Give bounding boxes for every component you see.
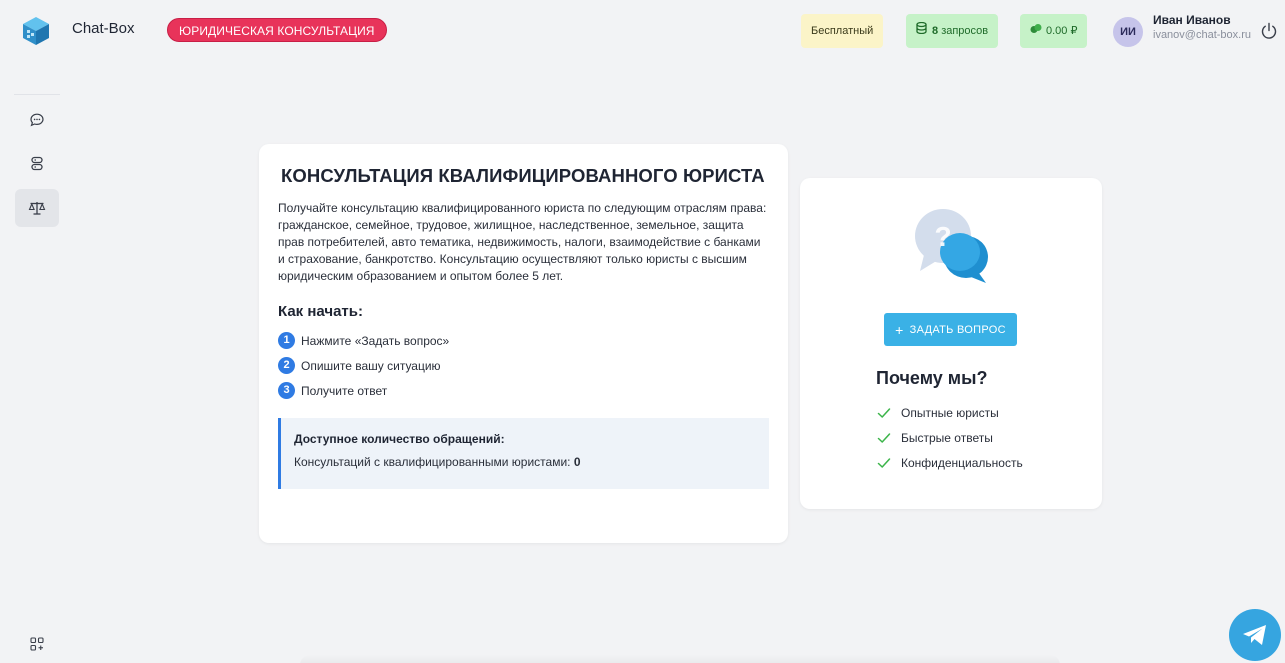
quota-value: 0	[573, 455, 581, 469]
consultation-card: КОНСУЛЬТАЦИЯ КВАЛИФИЦИРОВАННОГО ЮРИСТА П…	[259, 144, 788, 543]
bottom-panel-edge	[300, 655, 1060, 663]
step-item: 1 Нажмите «Задать вопрос»	[278, 332, 769, 349]
avatar[interactable]: ИИ	[1113, 17, 1143, 47]
telegram-button[interactable]	[1229, 609, 1281, 661]
mode-badge[interactable]: ЮРИДИЧЕСКАЯ КОНСУЛЬТАЦИЯ	[167, 18, 387, 42]
sidebar-divider	[14, 94, 60, 95]
sidebar-item-database[interactable]	[15, 145, 59, 183]
benefit-text: Конфиденциальность	[901, 455, 1023, 470]
check-icon	[877, 407, 891, 418]
cube-logo-icon[interactable]	[22, 16, 50, 46]
intro-text: Получайте консультацию квалифицированног…	[278, 201, 767, 283]
balance-badge[interactable]: 0.00 ₽	[1020, 14, 1088, 48]
quota-label: Консультаций с квалифицированными юриста…	[294, 455, 571, 469]
step-number: 2	[278, 357, 295, 374]
requests-label: запросов	[941, 25, 989, 37]
svg-text:?: ?	[934, 221, 951, 252]
benefit-text: Быстрые ответы	[901, 430, 993, 445]
top-bar: Chat-Box ЮРИДИЧЕСКАЯ КОНСУЛЬТАЦИЯ Беспла…	[0, 0, 1285, 62]
user-email: ivanov@chat-box.ru	[1153, 29, 1251, 41]
quota-box: Доступное количество обращений: Консульт…	[278, 418, 769, 489]
check-icon	[877, 432, 891, 443]
telegram-icon	[1243, 625, 1266, 645]
benefit-item: Конфиденциальность	[877, 454, 1023, 471]
check-icon	[877, 457, 891, 468]
step-item: 3 Получите ответ	[278, 382, 769, 399]
quota-line: Консультаций с квалифицированными юриста…	[294, 455, 769, 469]
sidebar-item-legal[interactable]	[15, 189, 59, 227]
step-item: 2 Опишите вашу ситуацию	[278, 357, 769, 374]
page-title: КОНСУЛЬТАЦИЯ КВАЛИФИЦИРОВАННОГО ЮРИСТА	[281, 165, 765, 186]
step-number: 3	[278, 382, 295, 399]
step-text: Опишите вашу ситуацию	[301, 358, 441, 373]
ask-question-button[interactable]: + ЗАДАТЬ ВОПРОС	[884, 313, 1017, 346]
why-us-heading: Почему мы?	[876, 368, 988, 388]
plan-label: Бесплатный	[811, 25, 874, 37]
balance-value: 0.00 ₽	[1046, 25, 1078, 37]
user-name: Иван Иванов	[1153, 13, 1231, 27]
sidebar-item-add-app[interactable]	[15, 625, 59, 663]
plus-icon: +	[895, 321, 904, 338]
chat-bubble-icon	[30, 113, 44, 127]
quota-title: Доступное количество обращений:	[294, 432, 505, 446]
power-icon[interactable]	[1260, 22, 1278, 40]
requests-count: 8	[932, 25, 939, 37]
ask-question-label: ЗАДАТЬ ВОПРОС	[909, 323, 1006, 336]
benefits-list: Опытные юристы Быстрые ответы Конфиденци…	[877, 404, 1023, 479]
step-number: 1	[278, 332, 295, 349]
apps-add-icon	[30, 637, 44, 651]
sidebar-item-chat[interactable]	[15, 101, 59, 139]
benefit-item: Опытные юристы	[877, 404, 1023, 421]
scales-icon	[28, 202, 46, 215]
step-text: Нажмите «Задать вопрос»	[301, 333, 450, 348]
question-bubbles-icon: ?	[915, 209, 988, 283]
database-icon	[916, 14, 927, 48]
plan-badge[interactable]: Бесплатный	[801, 14, 884, 48]
money-icon	[1030, 14, 1042, 48]
brand-name: Chat-Box	[72, 20, 135, 37]
how-to-start-heading: Как начать:	[278, 303, 363, 320]
step-text: Получите ответ	[301, 383, 388, 398]
benefit-text: Опытные юристы	[901, 405, 999, 420]
benefit-item: Быстрые ответы	[877, 429, 1023, 446]
steps-list: 1 Нажмите «Задать вопрос» 2 Опишите вашу…	[278, 332, 769, 399]
database-icon	[31, 156, 43, 171]
requests-badge[interactable]: 8 запросов	[906, 14, 999, 48]
ask-question-card: ? + ЗАДАТЬ ВОПРОС Почему мы? Опытные юри…	[800, 178, 1102, 509]
